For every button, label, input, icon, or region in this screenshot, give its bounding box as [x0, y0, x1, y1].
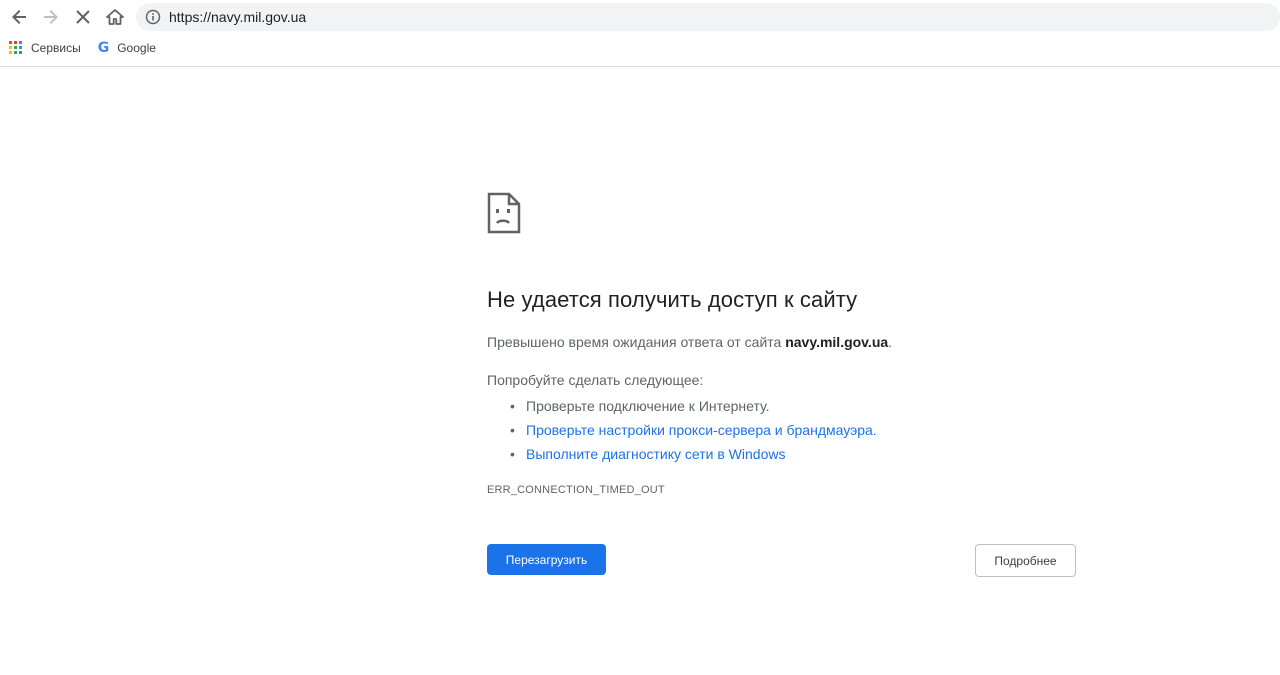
back-arrow-icon [12, 10, 26, 24]
forward-arrow-icon [44, 10, 58, 24]
error-description-suffix: . [888, 334, 893, 350]
details-button[interactable]: Подробнее [975, 544, 1076, 577]
navigation-bar: https://navy.mil.gov.ua [0, 0, 1280, 34]
bookmark-services[interactable]: Сервисы [9, 41, 81, 55]
error-content: Не удается получить доступ к сайту Превы… [487, 192, 1077, 496]
home-icon [106, 9, 124, 25]
error-buttons: Перезагрузить Подробнее [487, 544, 1076, 577]
suggestion-network-diagnostics-link[interactable]: Выполните диагностику сети в Windows [510, 442, 1077, 466]
url-text[interactable]: https://navy.mil.gov.ua [169, 9, 306, 25]
error-description-text: Превышено время ожидания ответа от сайта [487, 334, 782, 350]
error-title: Не удается получить доступ к сайту [487, 287, 858, 312]
bookmark-google[interactable]: G Google [98, 41, 156, 55]
forward-button[interactable] [36, 2, 66, 32]
stop-loading-icon [76, 10, 90, 24]
home-button[interactable] [100, 2, 130, 32]
reload-button[interactable]: Перезагрузить [487, 544, 606, 575]
suggestion-check-connection: Проверьте подключение к Интернету. [510, 394, 1077, 418]
browser-chrome: https://navy.mil.gov.ua Сервисы G Google [0, 0, 1280, 67]
error-code: ERR_CONNECTION_TIMED_OUT [487, 484, 665, 496]
error-description: Превышено время ожидания ответа от сайта… [487, 332, 1077, 352]
suggestions-heading: Попробуйте сделать следующее: [487, 372, 704, 388]
bookmark-label: Google [117, 41, 156, 55]
suggestions-list: Проверьте подключение к Интернету. Прове… [487, 394, 1077, 466]
stop-button[interactable] [68, 2, 98, 32]
bookmarks-bar: Сервисы G Google [0, 34, 1280, 62]
suggestion-proxy-firewall-link[interactable]: Проверьте настройки прокси-сервера и бра… [510, 418, 1077, 442]
address-bar[interactable]: https://navy.mil.gov.ua [136, 3, 1280, 31]
info-icon[interactable] [145, 9, 161, 25]
bookmark-label: Сервисы [31, 41, 81, 55]
error-host: navy.mil.gov.ua [785, 334, 889, 350]
google-g-icon: G [97, 40, 110, 56]
apps-grid-icon [9, 41, 23, 55]
sad-page-icon [487, 192, 521, 234]
back-button[interactable] [4, 2, 34, 32]
